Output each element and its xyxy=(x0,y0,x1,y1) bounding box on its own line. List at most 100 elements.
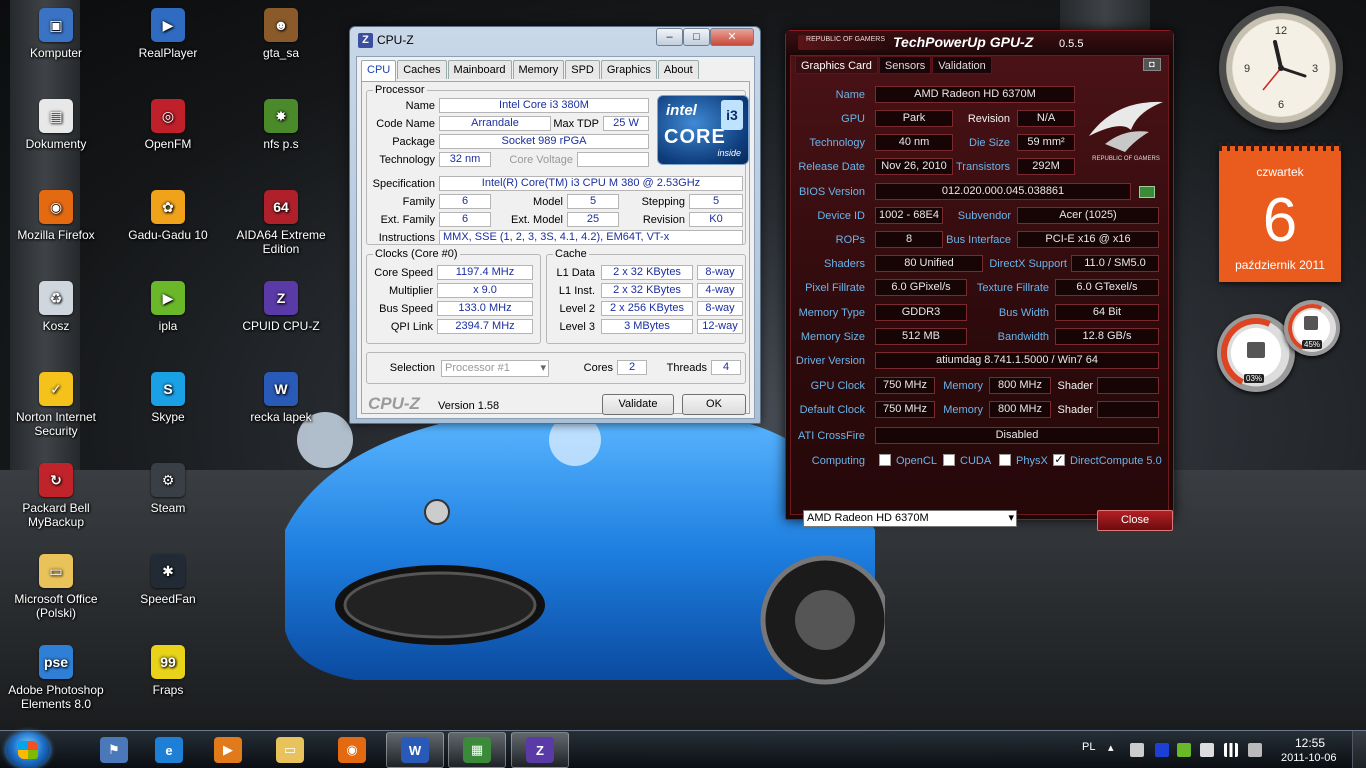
corevoltage-label: Core Voltage xyxy=(509,154,573,166)
word-icon: W xyxy=(401,737,429,763)
tab-caches[interactable]: Caches xyxy=(397,60,447,79)
family-value: 6 xyxy=(439,194,491,209)
language-indicator[interactable]: PL xyxy=(1082,741,1095,768)
desktop-icon[interactable]: ▤ Dokumenty xyxy=(4,99,108,151)
desktop-icon[interactable]: S Skype xyxy=(116,372,220,424)
minimize-button[interactable]: – xyxy=(656,28,683,46)
folder-icon: ▭ xyxy=(39,554,73,588)
revision-value: N/A xyxy=(1017,110,1075,127)
tab-spd[interactable]: SPD xyxy=(565,60,600,79)
desktop-icon[interactable]: ⚙ Steam xyxy=(116,463,220,515)
taskbar-button[interactable]: ▶ xyxy=(199,732,257,768)
taskbar-button[interactable]: ◉ xyxy=(323,732,381,768)
aida64-icon: 64 xyxy=(264,190,298,224)
chip-icon xyxy=(1247,342,1265,358)
desktop-icon[interactable]: ✓ Norton Internet Security xyxy=(4,372,108,438)
physx-label: PhysX xyxy=(1016,455,1048,467)
desktop-icon[interactable]: Wrecka lapek xyxy=(229,372,333,424)
desktop-icon[interactable]: ✿ Gadu-Gadu 10 xyxy=(116,190,220,242)
start-button[interactable] xyxy=(6,732,50,768)
desktop-icon[interactable]: ◉ Mozilla Firefox xyxy=(4,190,108,242)
taskbar-button[interactable]: ▭ xyxy=(261,732,319,768)
tab-graphics-card[interactable]: Graphics Card xyxy=(795,56,878,74)
power-icon[interactable] xyxy=(1200,743,1214,757)
validate-button[interactable]: Validate xyxy=(602,394,674,415)
subvendor-value: Acer (1025) xyxy=(1017,207,1159,224)
camera-icon[interactable]: ◘ xyxy=(1143,58,1161,71)
tab-mainboard[interactable]: Mainboard xyxy=(447,60,512,79)
gadugadu-icon: ✿ xyxy=(151,190,185,224)
desktop-icon[interactable]: ♻ Kosz xyxy=(4,281,108,333)
taskbar-button[interactable]: e xyxy=(140,732,198,768)
desktop-icon[interactable]: Z CPUID CPU-Z xyxy=(229,281,333,333)
bluetooth-icon[interactable] xyxy=(1155,743,1169,757)
nfs-icon: ✸ xyxy=(264,99,298,133)
desktop-icon[interactable]: ▶ ipla xyxy=(116,281,220,333)
cpuz-window[interactable]: Z CPU-Z – □ ✕ CPU Caches Mainboard Memory SP… xyxy=(349,26,761,424)
calendar-gadget[interactable]: czwartek 6 październik 2011 xyxy=(1219,143,1341,282)
internet-explorer-icon: e xyxy=(155,737,183,763)
directcompute-checkbox[interactable]: ✓ xyxy=(1053,454,1065,466)
processor-group-label: Processor xyxy=(373,84,427,96)
physx-checkbox[interactable] xyxy=(999,454,1011,466)
desktop-icon[interactable]: ◎ OpenFM xyxy=(116,99,220,151)
clock-gadget[interactable]: 12 3 6 9 xyxy=(1219,6,1343,130)
gpuz-title: TechPowerUp GPU-Z xyxy=(893,34,1034,50)
cpuz-titlebar[interactable]: Z CPU-Z – □ ✕ xyxy=(350,27,760,53)
tray-expand-icon[interactable]: ▴ xyxy=(1108,741,1114,768)
desktop-icon[interactable]: pse Adobe Photoshop Elements 8.0 xyxy=(4,645,108,711)
clock-date[interactable]: 2011-10-06 xyxy=(1281,752,1336,768)
bios-chip-icon[interactable] xyxy=(1139,186,1155,198)
maximize-button[interactable]: □ xyxy=(683,28,710,46)
tray-keyboard-icon[interactable] xyxy=(1130,743,1144,757)
gpuz-window[interactable]: REPUBLIC OF GAMERS TechPowerUp GPU-Z 0.5… xyxy=(785,30,1174,531)
gpuz-titlebar[interactable]: REPUBLIC OF GAMERS TechPowerUp GPU-Z 0.5… xyxy=(786,31,1173,53)
tab-memory[interactable]: Memory xyxy=(512,60,565,79)
desktop-icon[interactable]: ↻ Packard Bell MyBackup xyxy=(4,463,108,529)
desktop-icon[interactable]: ▶ RealPlayer xyxy=(116,8,220,60)
tab-validation[interactable]: Validation xyxy=(932,56,992,74)
cpuz-title: CPU-Z xyxy=(377,33,414,47)
show-desktop-button[interactable] xyxy=(1352,731,1366,768)
tab-cpu[interactable]: CPU xyxy=(361,60,397,81)
processor-select[interactable]: Processor #1 ▾ xyxy=(441,360,549,377)
desktop-icon[interactable]: ▭ Microsoft Office (Polski) xyxy=(4,554,108,620)
desktop-icon[interactable]: 99 Fraps xyxy=(116,645,220,697)
desktop-icon[interactable]: ✱ SpeedFan xyxy=(116,554,220,606)
wifi-signal-icon[interactable] xyxy=(1224,743,1238,757)
openfm-icon: ◎ xyxy=(151,99,185,133)
ok-button[interactable]: OK xyxy=(682,394,746,415)
tab-sensors[interactable]: Sensors xyxy=(878,56,932,74)
desktop-icon[interactable]: 64 AIDA64 Extreme Edition xyxy=(229,190,333,256)
gpuz-tabbar: Graphics Card Sensors Validation xyxy=(795,56,993,75)
taskbar-button[interactable]: ▦ xyxy=(448,732,506,768)
volume-icon[interactable] xyxy=(1248,743,1262,757)
opencl-checkbox[interactable] xyxy=(879,454,891,466)
memclock-value: 800 MHz xyxy=(989,377,1051,394)
desktop-icon-label: OpenFM xyxy=(144,137,192,151)
desktop-icon[interactable]: ▣ Komputer xyxy=(4,8,108,60)
revision-label: Revision xyxy=(642,214,685,226)
ram-meter-gadget[interactable]: 45% xyxy=(1281,297,1343,359)
taskbar-button[interactable]: Z xyxy=(511,732,569,768)
tab-about[interactable]: About xyxy=(657,60,699,79)
cpuz-brand: CPU-Z xyxy=(368,394,420,413)
processor-group: Processor Name Intel Core i3 380M Code N… xyxy=(366,84,749,245)
memory-icon xyxy=(1304,316,1318,330)
taskbar-button[interactable]: W xyxy=(386,732,444,768)
tab-graphics[interactable]: Graphics xyxy=(600,60,657,79)
desktop-icon[interactable]: ☻ gta_sa xyxy=(229,8,333,60)
desktop-icon[interactable]: ✸ nfs p.s xyxy=(229,99,333,151)
taskbar-button[interactable]: ⚑ xyxy=(85,732,143,768)
close-button[interactable]: Close xyxy=(1097,510,1173,531)
directx-value: 11.0 / SM5.0 xyxy=(1071,255,1159,272)
desktop-icon-label: Fraps xyxy=(152,683,184,697)
cuda-checkbox[interactable] xyxy=(943,454,955,466)
threads-value: 4 xyxy=(711,360,741,375)
l1data-value: 2 x 32 KBytes xyxy=(601,265,693,280)
level3-value: 3 MBytes xyxy=(601,319,693,334)
deviceid-value: 1002 - 68E4 xyxy=(875,207,943,224)
tray-app-icon[interactable] xyxy=(1177,743,1191,757)
close-button[interactable]: ✕ xyxy=(710,28,754,46)
gpu-select[interactable]: AMD Radeon HD 6370M ▾ xyxy=(803,510,1017,527)
